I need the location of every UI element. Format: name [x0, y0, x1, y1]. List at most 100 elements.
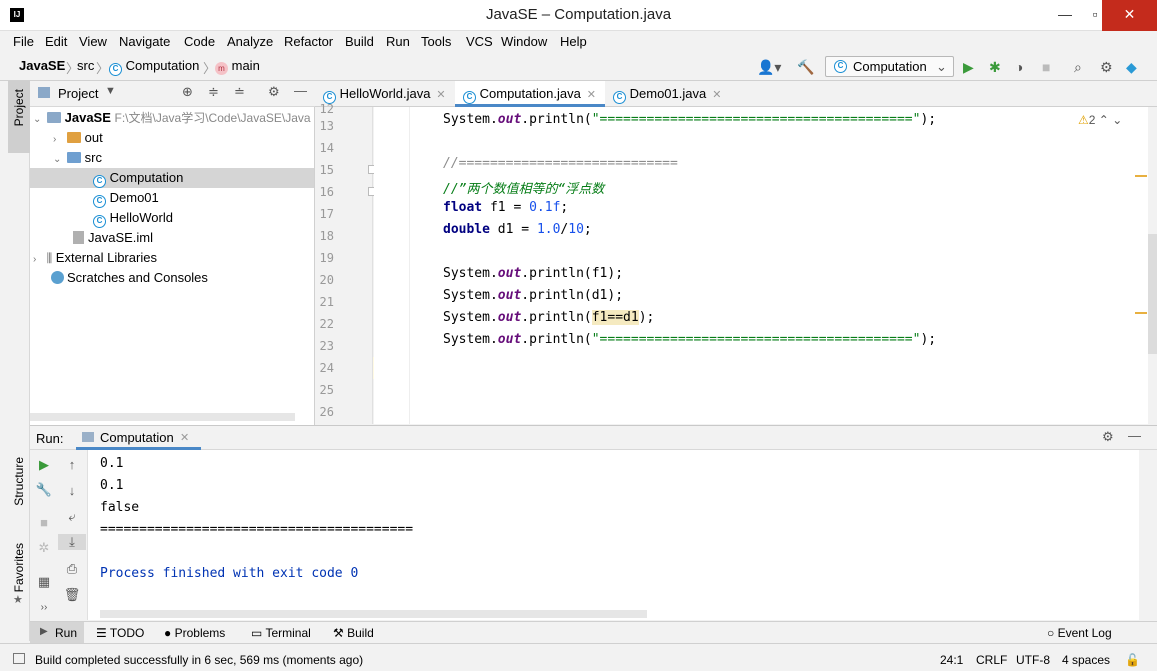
warnings-indicator[interactable]: ⚠2 ⌃ ⌄ [1078, 113, 1122, 127]
build-tool-tab[interactable]: ⚒ Build [333, 626, 374, 640]
search-icon[interactable]: ⌕ [1074, 59, 1082, 76]
console-line: ======================================== [100, 522, 414, 537]
tree-label: src [84, 150, 102, 165]
toolbox-icon[interactable]: ◆ [1126, 59, 1137, 76]
menu-help[interactable]: Help [560, 34, 587, 49]
run-tab-computation[interactable]: Computation ✕ [76, 426, 201, 450]
menu-window[interactable]: Window [501, 34, 547, 49]
close-tab-icon[interactable]: ✕ [436, 89, 445, 101]
tree-item-demo01[interactable]: C Demo01 [30, 188, 314, 208]
coverage-icon[interactable]: ◑ [1015, 59, 1023, 75]
terminal-tool-tab[interactable]: ▭ Terminal [251, 626, 311, 640]
project-path: F:\文档\Java学习\Code\JavaSE\Java [114, 111, 311, 125]
menu-view[interactable]: View [79, 34, 107, 49]
tree-item-computation[interactable]: C Computation [30, 168, 314, 188]
tree-item-scratches[interactable]: Scratches and Consoles [30, 268, 314, 288]
console-output[interactable]: 0.1 0.1 false ==========================… [88, 450, 1139, 620]
close-tab-icon[interactable]: ✕ [712, 89, 721, 101]
line-number: 25 [319, 383, 334, 397]
breadcrumb-method[interactable]: m main [215, 58, 260, 75]
line-number: 21 [319, 295, 334, 309]
horizontal-scrollbar[interactable] [30, 413, 295, 421]
tab-label: Demo01.java [629, 86, 707, 101]
scrollbar-thumb[interactable] [1148, 234, 1157, 354]
soft-wrap-icon[interactable]: ⤶ [58, 509, 86, 525]
project-tool-tab[interactable]: Project [8, 81, 30, 153]
menu-vcs[interactable]: VCS [466, 34, 493, 49]
menu-code[interactable]: Code [184, 34, 215, 49]
build-hammer-icon[interactable]: 🔨 [797, 59, 814, 76]
trash-icon[interactable]: 🗑 [58, 587, 86, 603]
arrow-down-icon[interactable]: ↓ [58, 483, 86, 498]
project-panel-title[interactable]: Project [58, 86, 98, 101]
tab-computation[interactable]: C Computation.java ✕ [455, 81, 605, 107]
close-tab-icon[interactable]: ✕ [587, 89, 596, 101]
indent-setting[interactable]: 4 spaces [1062, 653, 1110, 667]
tab-demo01[interactable]: C Demo01.java ✕ [605, 81, 730, 107]
settings-gear-icon[interactable]: ⚙ [268, 84, 280, 100]
settings-gear-icon[interactable]: ⚙ [1100, 59, 1113, 76]
info-icon: ● [164, 626, 172, 640]
editor-scrollbar[interactable] [1135, 107, 1157, 424]
user-icon[interactable]: 👤▾ [757, 59, 781, 76]
close-button[interactable]: ✕ [1102, 0, 1157, 31]
menu-file[interactable]: File [13, 34, 34, 49]
console-scrollbar[interactable] [1139, 450, 1157, 620]
tab-helloworld[interactable]: C HelloWorld.java ✕ [315, 81, 455, 107]
event-log-tab[interactable]: ○ Event Log [1047, 626, 1112, 640]
more-icon[interactable]: ›› [30, 602, 58, 613]
settings-gear-icon[interactable]: ⚙ [1102, 429, 1114, 445]
scroll-to-end-icon[interactable]: ⤓ [58, 534, 86, 550]
run-tool-tab[interactable]: ▶ Run [30, 622, 84, 643]
tree-item-iml[interactable]: JavaSE.iml [30, 228, 314, 248]
hide-panel-icon[interactable]: — [1128, 428, 1141, 443]
close-tab-icon[interactable]: ✕ [180, 431, 189, 444]
todo-tool-tab[interactable]: ☰ TODO [96, 626, 144, 640]
tree-item-javase[interactable]: ⌄ JavaSE F:\文档\Java学习\Code\JavaSE\Java [30, 108, 314, 128]
line-separator[interactable]: CRLF [976, 653, 1007, 667]
favorites-tab[interactable]: Favorites [12, 543, 26, 592]
menu-tools[interactable]: Tools [421, 34, 451, 49]
chevron-down-icon[interactable]: ▼ [105, 85, 116, 97]
structure-tab[interactable]: Structure [12, 457, 26, 506]
tree-item-out[interactable]: › out [30, 128, 314, 148]
toggle-tool-windows-icon[interactable] [13, 653, 25, 664]
tab-label: Computation.java [479, 86, 581, 101]
locate-file-icon[interactable]: ⊕ [182, 84, 193, 100]
horizontal-scrollbar[interactable] [100, 610, 647, 618]
arrow-up-icon[interactable]: ↑ [58, 457, 86, 472]
menu-navigate[interactable]: Navigate [119, 34, 170, 49]
menu-run[interactable]: Run [386, 34, 410, 49]
file-encoding[interactable]: UTF-8 [1016, 653, 1050, 667]
line-number: 19 [319, 251, 334, 265]
menu-edit[interactable]: Edit [45, 34, 67, 49]
debug-icon[interactable]: ✱ [989, 59, 1001, 76]
breadcrumb-project[interactable]: JavaSE [19, 58, 65, 73]
menu-build[interactable]: Build [345, 34, 374, 49]
breadcrumb-src[interactable]: src [77, 58, 94, 73]
breadcrumb-file[interactable]: C Computation [109, 58, 199, 76]
print-icon[interactable]: ⎙ [58, 561, 86, 577]
rerun-icon[interactable]: ▶ [30, 457, 58, 473]
run-configuration-select[interactable]: Computation C ⌄ [825, 56, 954, 77]
tree-item-src[interactable]: ⌄ src [30, 148, 314, 168]
layout-icon[interactable]: ▦ [30, 574, 58, 590]
wrench-icon[interactable]: 🔧 [30, 482, 58, 498]
run-toolbar-secondary: ↑ ↓ ⤶ ⤓ ⎙ 🗑 [58, 450, 88, 620]
caret-position[interactable]: 24:1 [940, 653, 963, 667]
status-message[interactable]: Build completed successfully in 6 sec, 5… [35, 653, 363, 667]
tree-item-external-libraries[interactable]: › ⫼ External Libraries [30, 248, 314, 268]
code-editor[interactable]: System.out.println("====================… [374, 107, 1148, 424]
run-icon[interactable]: ▶ [963, 59, 974, 76]
tree-item-helloworld[interactable]: C HelloWorld [30, 208, 314, 228]
collapse-all-icon[interactable]: ≐ [234, 84, 245, 100]
hide-panel-icon[interactable]: — [294, 83, 307, 98]
problems-tool-tab[interactable]: ● Problems [164, 626, 225, 640]
chevron-down-icon: ⌄ [1112, 113, 1123, 127]
menu-analyze[interactable]: Analyze [227, 34, 273, 49]
menu-refactor[interactable]: Refactor [284, 34, 333, 49]
line-number: 20 [319, 273, 334, 287]
code-line-15: //============================ [443, 156, 678, 171]
lock-icon[interactable]: 🔓 [1125, 653, 1140, 667]
expand-all-icon[interactable]: ≑ [208, 84, 219, 100]
